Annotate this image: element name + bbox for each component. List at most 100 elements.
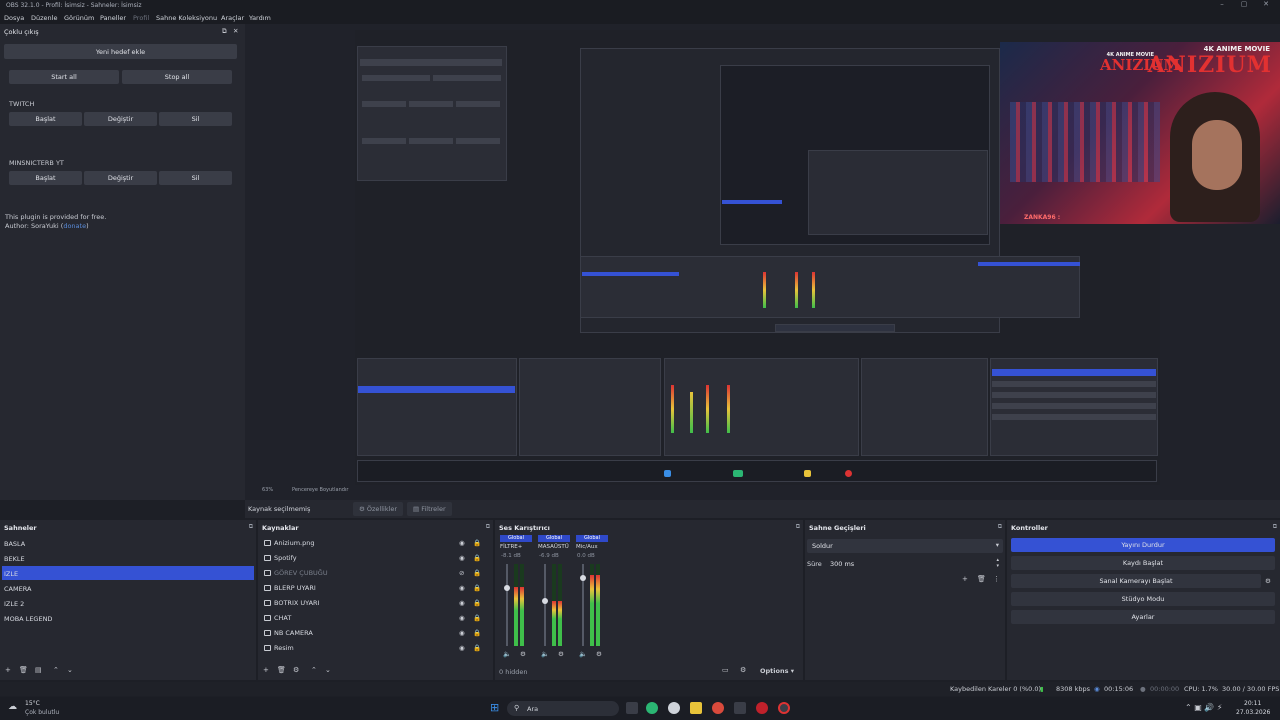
visibility-icon[interactable]: ◉ bbox=[459, 539, 465, 547]
gear-icon[interactable]: ⚙ bbox=[293, 666, 299, 674]
scene-item[interactable]: IZLE 2 bbox=[4, 600, 24, 608]
channel-settings-icon[interactable]: ⚙ bbox=[558, 650, 564, 658]
speaker-icon[interactable]: 🔈 bbox=[579, 650, 587, 658]
target-edit-button[interactable]: Değiştir bbox=[84, 112, 157, 126]
scene-item[interactable]: CAMERA bbox=[4, 585, 31, 593]
target-start-button[interactable]: Başlat bbox=[9, 171, 82, 185]
down-icon[interactable]: ⌄ bbox=[67, 666, 73, 674]
scene-item[interactable]: BASLA bbox=[4, 540, 25, 548]
menu-item-tools[interactable]: Araçlar bbox=[221, 14, 244, 22]
volume-fader[interactable] bbox=[544, 564, 546, 646]
gear-icon[interactable]: ⚙ bbox=[1265, 577, 1271, 585]
trash-icon[interactable]: 🗑 bbox=[19, 666, 28, 674]
source-item[interactable]: Spotify bbox=[274, 554, 297, 562]
file-explorer-icon[interactable] bbox=[690, 702, 702, 714]
tray-icons[interactable]: ⌃ ▣ 🔊 ⚡ bbox=[1185, 703, 1222, 712]
trash-icon[interactable]: 🗑 bbox=[977, 575, 986, 583]
add-icon[interactable]: + bbox=[5, 666, 11, 674]
menu-item-file[interactable]: Dosya bbox=[4, 14, 24, 22]
opera-icon[interactable] bbox=[756, 702, 768, 714]
close-button[interactable]: ✕ bbox=[1255, 0, 1277, 8]
dock-float-icon[interactable]: ⧉ bbox=[998, 523, 1002, 531]
start-virtual-camera-button[interactable]: Sanal Kamerayı Başlat bbox=[1011, 574, 1261, 588]
settings-icon[interactable]: ⚙ bbox=[740, 666, 746, 674]
lock-icon[interactable]: 🔒 bbox=[473, 614, 481, 622]
visibility-icon[interactable]: ⊘ bbox=[459, 569, 464, 577]
menu-item-scene-collection[interactable]: Sahne Koleksiyonu bbox=[156, 14, 217, 22]
scene-item[interactable]: MOBA LEGEND bbox=[4, 615, 52, 623]
terminal-icon[interactable] bbox=[734, 702, 746, 714]
clock-date[interactable]: 27.03.2026 bbox=[1236, 709, 1270, 716]
dock-float-icon[interactable]: ⧉ bbox=[249, 523, 253, 531]
xbox-icon[interactable] bbox=[646, 702, 658, 714]
zoom-level[interactable]: 63% bbox=[262, 487, 273, 493]
lock-icon[interactable]: 🔒 bbox=[473, 569, 481, 577]
channel-name[interactable]: Mic/Aux bbox=[576, 544, 598, 550]
studio-mode-button[interactable]: Stüdyo Modu bbox=[1011, 592, 1275, 606]
scene-item-selected[interactable] bbox=[2, 566, 254, 580]
lock-icon[interactable]: 🔒 bbox=[473, 539, 481, 547]
visibility-icon[interactable]: ◉ bbox=[459, 644, 465, 652]
taskbar-search[interactable]: ⚲ Ara bbox=[507, 701, 619, 716]
source-item[interactable]: Anizium.png bbox=[274, 539, 314, 547]
target-edit-button[interactable]: Değiştir bbox=[84, 171, 157, 185]
minimize-button[interactable]: – bbox=[1211, 0, 1233, 8]
down-icon[interactable]: ⌄ bbox=[325, 666, 331, 674]
volume-fader[interactable] bbox=[506, 564, 508, 646]
transition-select[interactable]: Soldur ▾ bbox=[807, 539, 1003, 553]
channel-settings-icon[interactable]: ⚙ bbox=[596, 650, 602, 658]
layout-icon[interactable]: ▭ bbox=[722, 666, 729, 674]
windows-start-icon[interactable]: ⊞ bbox=[490, 701, 499, 714]
properties-button[interactable]: ⚙ Özellikler bbox=[353, 502, 404, 516]
target-delete-button[interactable]: Sil bbox=[159, 171, 232, 185]
menu-item-profile[interactable]: Profil bbox=[133, 14, 149, 22]
start-recording-button[interactable]: Kaydı Başlat bbox=[1011, 556, 1275, 570]
trash-icon[interactable]: 🗑 bbox=[277, 666, 286, 674]
filter-icon[interactable]: ▤ bbox=[35, 666, 42, 674]
target-start-button[interactable]: Başlat bbox=[9, 112, 82, 126]
source-item[interactable]: NB CAMERA bbox=[274, 629, 313, 637]
up-icon[interactable]: ⌃ bbox=[53, 666, 59, 674]
visibility-icon[interactable]: ◉ bbox=[459, 629, 465, 637]
fader-knob[interactable] bbox=[580, 574, 586, 581]
stop-stream-button[interactable]: Yayını Durdur bbox=[1011, 538, 1275, 552]
duration-input[interactable]: 300 ms ▴ ▾ bbox=[825, 557, 1003, 570]
add-icon[interactable]: + bbox=[263, 666, 269, 674]
menu-item-edit[interactable]: Düzenle bbox=[31, 14, 57, 22]
channel-settings-icon[interactable]: ⚙ bbox=[520, 650, 526, 658]
speaker-icon[interactable]: 🔈 bbox=[541, 650, 549, 658]
source-item[interactable]: BOTRIX UYARI bbox=[274, 599, 320, 607]
lock-icon[interactable]: 🔒 bbox=[473, 629, 481, 637]
visibility-icon[interactable]: ◉ bbox=[459, 614, 465, 622]
settings-button[interactable]: Ayarlar bbox=[1011, 610, 1275, 624]
fader-knob[interactable] bbox=[542, 598, 548, 605]
menu-item-docks[interactable]: Paneller bbox=[100, 14, 126, 22]
scene-item[interactable]: IZLE bbox=[4, 570, 18, 578]
hidden-count[interactable]: 0 hidden bbox=[499, 668, 528, 676]
settings-app-icon[interactable] bbox=[668, 702, 680, 714]
lock-icon[interactable]: 🔒 bbox=[473, 644, 481, 652]
obs-icon[interactable] bbox=[778, 702, 790, 714]
lock-icon[interactable]: 🔒 bbox=[473, 554, 481, 562]
maximize-button[interactable]: ▢ bbox=[1233, 0, 1255, 8]
close-icon[interactable]: ✕ bbox=[233, 27, 238, 35]
add-target-button[interactable]: Yeni hedef ekle bbox=[4, 44, 237, 59]
clock-time[interactable]: 20:11 bbox=[1244, 700, 1261, 707]
fit-to-window[interactable]: Pencereye Boyutlandır bbox=[292, 487, 348, 493]
lock-icon[interactable]: 🔒 bbox=[473, 599, 481, 607]
source-item[interactable]: BLERP UYARI bbox=[274, 584, 316, 592]
visibility-icon[interactable]: ◉ bbox=[459, 584, 465, 592]
scene-item[interactable]: BEKLE bbox=[4, 555, 25, 563]
filters-button[interactable]: ▤ Filtreler bbox=[407, 502, 452, 516]
add-icon[interactable]: + bbox=[962, 575, 968, 583]
options-button[interactable]: Options ▾ bbox=[760, 667, 794, 675]
up-icon[interactable]: ⌃ bbox=[311, 666, 317, 674]
lock-icon[interactable]: 🔒 bbox=[473, 584, 481, 592]
source-item[interactable]: GÖREV ÇUBUĞU bbox=[274, 569, 328, 577]
chrome-icon[interactable] bbox=[712, 702, 724, 714]
dock-float-icon[interactable]: ⧉ bbox=[486, 523, 490, 531]
task-view-icon[interactable] bbox=[626, 702, 638, 714]
source-item[interactable]: Resim bbox=[274, 644, 294, 652]
menu-item-help[interactable]: Yardım bbox=[249, 14, 271, 22]
speaker-icon[interactable]: 🔈 bbox=[503, 650, 511, 658]
